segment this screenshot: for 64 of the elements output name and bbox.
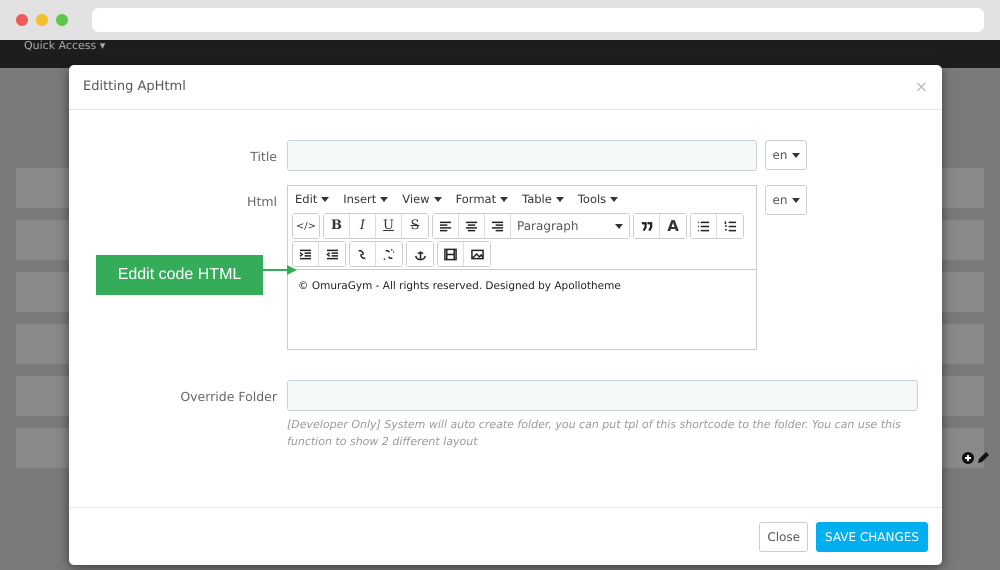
caret-icon xyxy=(610,197,618,202)
close-button[interactable]: Close xyxy=(759,522,808,552)
unlink-icon xyxy=(382,248,396,260)
menu-label: Tools xyxy=(578,192,606,206)
window-control-dot[interactable] xyxy=(36,14,48,26)
editor-menu[interactable]: Edit xyxy=(295,190,330,208)
numbered-list-icon xyxy=(724,220,736,232)
film-button[interactable] xyxy=(438,242,464,266)
bold-button[interactable]: B xyxy=(324,214,350,238)
link-icon xyxy=(356,248,369,260)
bullet-list-icon xyxy=(697,220,710,232)
caret-icon xyxy=(792,153,800,158)
film-icon xyxy=(444,248,457,260)
language-label: en xyxy=(772,148,788,162)
field-label: Title xyxy=(249,148,278,166)
menu-label: Format xyxy=(456,192,496,206)
window-control-dot[interactable] xyxy=(56,14,68,26)
quote-icon xyxy=(640,220,653,232)
caret-icon xyxy=(615,224,623,228)
add-icon[interactable] xyxy=(962,452,974,464)
callout-label: Eddit code HTML xyxy=(96,255,263,295)
caret-icon xyxy=(556,197,564,202)
outdent-icon xyxy=(326,248,338,260)
title-field[interactable] xyxy=(287,140,757,171)
pencil-icon[interactable] xyxy=(977,451,990,464)
language-dropdown[interactable]: en xyxy=(765,185,807,215)
anchor-button[interactable] xyxy=(407,242,433,266)
help-text: [Developer Only] System will auto create folder, you can put tpl of this shortcode to the folder. You can use this function to show 2 different layout xyxy=(287,417,902,450)
caret-icon xyxy=(792,198,800,204)
field-label: Override Folder xyxy=(179,388,278,406)
menu-label: Insert xyxy=(343,192,376,206)
format-label: Paragraph xyxy=(517,218,578,235)
caret-icon xyxy=(380,197,388,202)
language-dropdown[interactable]: en xyxy=(765,140,807,170)
editor-text: © OmuraGym - All rights reserved. Designed by Apollotheme xyxy=(298,280,621,292)
editor-menu[interactable]: Tools xyxy=(578,190,618,208)
indent-button[interactable] xyxy=(293,242,319,266)
caret-icon xyxy=(321,197,330,202)
language-label: en xyxy=(772,193,788,207)
source-code-button[interactable]: </> xyxy=(293,214,319,238)
editor-menu[interactable]: Insert xyxy=(343,190,388,208)
link-button[interactable] xyxy=(350,242,376,266)
arrow xyxy=(263,264,297,276)
image-icon xyxy=(470,248,484,260)
caret-icon xyxy=(434,197,442,202)
align-left-button[interactable] xyxy=(433,214,459,238)
editor-menu[interactable]: Format xyxy=(456,190,508,208)
menu-label: Edit xyxy=(295,192,318,206)
align-left-icon xyxy=(439,220,452,232)
align-center-icon xyxy=(465,220,478,232)
bullet-list-button[interactable] xyxy=(691,214,717,238)
quote-button[interactable] xyxy=(634,214,660,238)
indent-icon xyxy=(299,248,312,260)
editor-menu[interactable]: View xyxy=(402,190,442,208)
editor-menu[interactable]: Table xyxy=(522,190,564,208)
modal-title: Editting ApHtml xyxy=(83,78,186,96)
menu-label: Table xyxy=(522,192,552,206)
folder-field[interactable] xyxy=(287,380,918,411)
field-label: Html xyxy=(246,193,278,211)
quick-access-menu[interactable]: Quick Access ▾ xyxy=(24,39,106,52)
window-control-dot[interactable] xyxy=(16,14,28,26)
caret-icon xyxy=(500,197,508,202)
menu-label: View xyxy=(402,192,430,206)
align-right-icon xyxy=(491,220,504,232)
